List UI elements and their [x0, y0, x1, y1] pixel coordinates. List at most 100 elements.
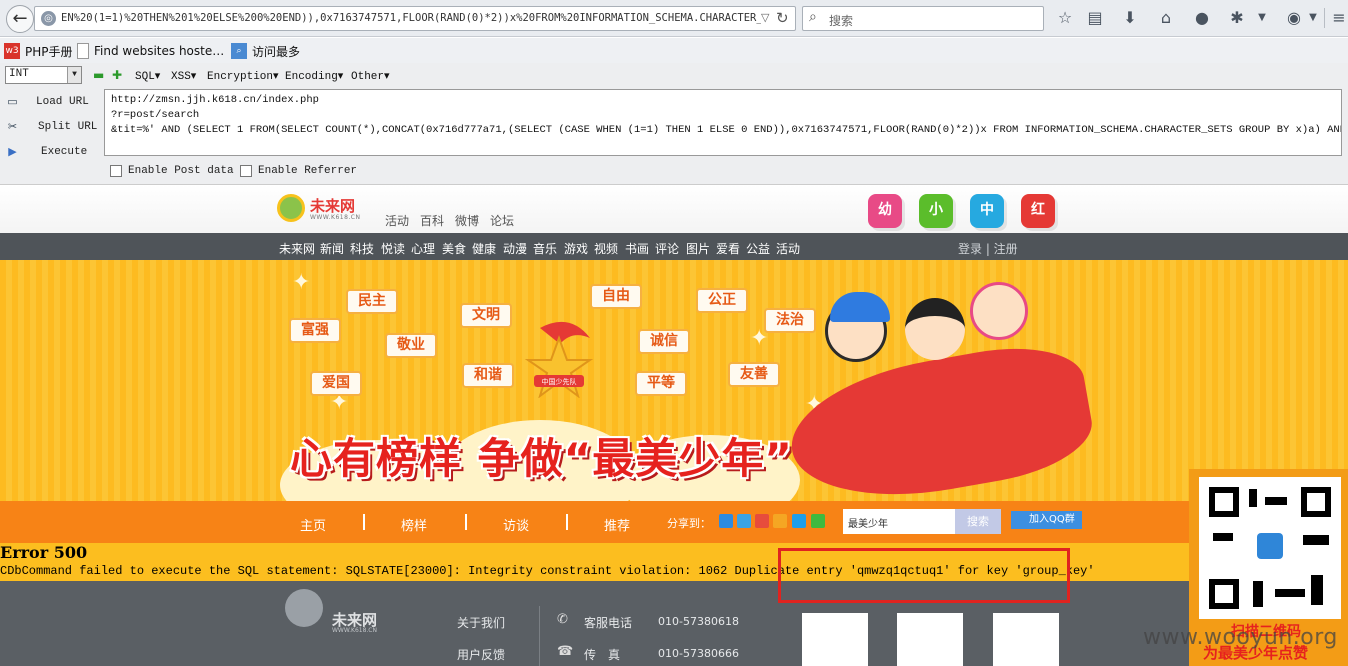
chat-icon[interactable]: ●	[1191, 7, 1213, 29]
site-header: 未来网 WWW.K618.CN 活动 百科 微博 论坛 幼 小 中 红	[0, 185, 1348, 233]
qr-module	[1249, 489, 1257, 507]
search-bar[interactable]: ⌕ 搜索	[802, 6, 1044, 31]
menu-interviews[interactable]: 访谈	[503, 515, 529, 534]
scissors-icon: ✂	[7, 122, 18, 134]
nav-item[interactable]: 动漫	[503, 240, 527, 257]
menu-home[interactable]: 主页	[300, 515, 326, 534]
bookmarks-bar: w3 PHP手册 Find websites hoste… ⌕ 访问最多	[0, 38, 1348, 63]
search-input[interactable]: 搜索	[829, 12, 853, 29]
type-select-value: INT	[9, 68, 29, 80]
menu-divider	[363, 514, 365, 530]
load-icon: ▭	[7, 97, 18, 109]
join-qq-group-button[interactable]: 加入QQ群	[1011, 511, 1082, 529]
nav-item[interactable]: 爱看	[716, 240, 740, 257]
share-plus-icon[interactable]	[719, 514, 733, 528]
enable-referrer-checkbox[interactable]: Enable Referrer	[240, 165, 357, 177]
login-register-link[interactable]: 登录 | 注册	[958, 240, 1018, 257]
footer-divider	[539, 606, 540, 666]
nav-item[interactable]: 悦读	[381, 240, 405, 257]
nav-item[interactable]: 美食	[442, 240, 466, 257]
extension-icon[interactable]: ✱	[1226, 7, 1248, 29]
reload-icon[interactable]: ↻	[776, 9, 789, 27]
nav-item[interactable]: 音乐	[533, 240, 557, 257]
tile-primary[interactable]: 小	[919, 194, 953, 228]
young-pioneers-badge: 中国少先队	[524, 321, 594, 398]
decrease-icon[interactable]: ▬	[93, 68, 104, 82]
nav-item[interactable]: 评论	[655, 240, 679, 257]
dropdown-icon[interactable]: ▼	[1251, 7, 1273, 29]
hackbar: INT ▼ ▬ ✚ SQL▾ XSS▾ Encryption▾ Encoding…	[0, 63, 1348, 185]
url-bar[interactable]: ◎ EN%20(1=1)%20THEN%201%20ELSE%200%20END…	[34, 6, 796, 31]
execute-label: Execute	[41, 146, 88, 158]
share-renren-icon[interactable]	[792, 514, 806, 528]
nav-item[interactable]: 游戏	[564, 240, 588, 257]
type-select[interactable]: INT ▼	[5, 66, 82, 84]
share-wechat-icon[interactable]	[811, 514, 825, 528]
toolbar-separator	[1324, 8, 1325, 28]
menu-divider	[566, 514, 568, 530]
browser-toolbar: ← ◎ EN%20(1=1)%20THEN%201%20ELSE%200%20E…	[0, 0, 1348, 37]
nav-item[interactable]: 科技	[350, 240, 374, 257]
share-weibo-icon[interactable]	[755, 514, 769, 528]
footer-feedback-link[interactable]: 用户反馈	[457, 646, 505, 663]
site-logo[interactable]: 未来网 WWW.K618.CN	[277, 192, 360, 226]
site-search-input[interactable]: 最美少年	[843, 509, 955, 534]
nav-item[interactable]: 书画	[625, 240, 649, 257]
nav-item[interactable]: 视频	[594, 240, 618, 257]
footer-fax-value: 010-57380666	[658, 647, 739, 660]
menu-recommend[interactable]: 推荐	[604, 515, 630, 534]
footer-logo-subtext: WWW.K618.CN	[332, 627, 377, 634]
menu-icon[interactable]: ≡	[1328, 7, 1348, 29]
checkbox[interactable]	[110, 165, 122, 177]
share-label: 分享到：	[667, 517, 711, 530]
menu-encryption[interactable]: Encryption▾	[207, 69, 279, 83]
nav-item[interactable]: 新闻	[320, 240, 344, 257]
top-link-activity[interactable]: 活动	[385, 212, 409, 229]
qr-center-logo	[1257, 533, 1283, 559]
url-text[interactable]: EN%20(1=1)%20THEN%201%20ELSE%200%20END))…	[61, 12, 761, 24]
menu-xss[interactable]: XSS▾	[171, 69, 196, 83]
url-textarea[interactable]: http://zmsn.jjh.k618.cn/index.php ?r=post…	[104, 89, 1342, 156]
share-qzone-icon[interactable]	[737, 514, 751, 528]
back-button[interactable]: ←	[6, 5, 34, 33]
top-link-weibo[interactable]: 微博	[455, 212, 479, 229]
footer-about-link[interactable]: 关于我们	[457, 614, 505, 631]
nav-item[interactable]: 未来网	[279, 240, 315, 257]
search-icon: ⌕	[809, 9, 817, 25]
chevron-down-icon[interactable]: ▼	[67, 67, 81, 83]
bookmark-php-manual[interactable]: w3 PHP手册	[4, 42, 73, 60]
enable-post-checkbox[interactable]: Enable Post data	[110, 165, 234, 177]
download-icon[interactable]: ⬇	[1119, 7, 1141, 29]
dropdown-icon[interactable]: ▼	[1302, 7, 1324, 29]
url-dropdown-icon[interactable]: ▽	[761, 11, 769, 24]
hero-banner: ✦ ✦ ✦ ✦ 民主 富强 文明 敬业 自由 诚信 公正 法治 爱国 和谐 平等…	[0, 260, 1348, 501]
nav-item[interactable]: 活动	[776, 240, 800, 257]
share-tencent-icon[interactable]	[773, 514, 787, 528]
tile-kindergarten[interactable]: 幼	[868, 194, 902, 228]
footer-qr-code	[802, 613, 868, 666]
nav-item[interactable]: 公益	[746, 240, 770, 257]
menu-encoding[interactable]: Encoding▾	[285, 69, 343, 83]
tile-red[interactable]: 红	[1021, 194, 1055, 228]
home-icon[interactable]: ⌂	[1155, 7, 1177, 29]
checkbox[interactable]	[240, 165, 252, 177]
menu-other[interactable]: Other▾	[351, 69, 390, 83]
nav-item[interactable]: 图片	[686, 240, 710, 257]
top-link-wiki[interactable]: 百科	[420, 212, 444, 229]
qr-finder	[1301, 487, 1331, 517]
nav-item[interactable]: 健康	[472, 240, 496, 257]
site-search-button[interactable]: 搜索	[955, 509, 1001, 534]
menu-sql[interactable]: SQL▾	[135, 69, 160, 83]
page-icon	[77, 43, 89, 59]
bookmark-find-websites[interactable]: Find websites hoste…	[77, 42, 224, 60]
nav-item[interactable]: 心理	[411, 240, 435, 257]
reading-list-icon[interactable]: ▤	[1084, 7, 1106, 29]
split-url-label: Split URL	[38, 121, 98, 133]
increase-icon[interactable]: ✚	[112, 68, 122, 82]
top-link-forum[interactable]: 论坛	[490, 212, 514, 229]
w3-icon: w3	[4, 43, 20, 59]
bookmark-most-visited[interactable]: ⌕ 访问最多	[231, 42, 300, 60]
star-icon[interactable]: ☆	[1054, 7, 1076, 29]
tile-middle[interactable]: 中	[970, 194, 1004, 228]
menu-role-models[interactable]: 榜样	[401, 515, 427, 534]
